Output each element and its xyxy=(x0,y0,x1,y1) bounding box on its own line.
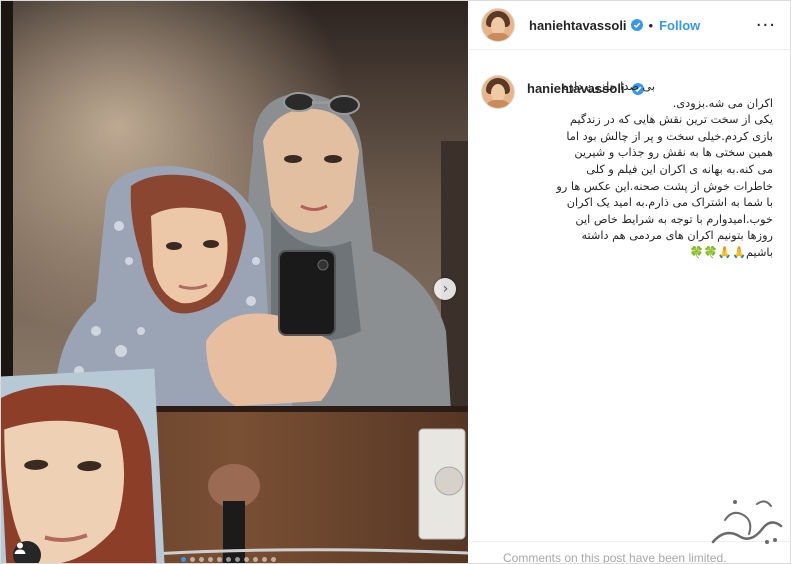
carousel-dot xyxy=(217,557,222,562)
caption-line: باشیم🙏🙏🍀🍀 xyxy=(689,245,773,259)
caption-line: می کنه.به بهانه ی اکران این فیلم و کلی xyxy=(586,162,773,176)
follow-button[interactable]: Follow xyxy=(659,18,700,33)
header-username[interactable]: haniehtavassoli xyxy=(529,18,627,33)
watermark-logo xyxy=(711,500,783,544)
header-separator: • xyxy=(648,17,654,33)
carousel-indicator xyxy=(181,557,276,562)
caption-line: با شما به اشتراک می ذارم.به امید یک اکرا… xyxy=(566,196,773,210)
caption-line: یکی از سخت ترین نقش هایی که در زندگیم xyxy=(569,113,773,127)
carousel-dot xyxy=(253,557,258,562)
carousel-dot xyxy=(244,557,249,562)
caption-line: همین سختی ها به نقش رو جذاب و شیرین xyxy=(574,146,773,160)
selfie-photo-illustration xyxy=(1,1,468,563)
next-arrow-icon: › xyxy=(442,281,449,297)
carousel-dot xyxy=(208,557,213,562)
post-photo[interactable]: › xyxy=(1,1,468,563)
caption-line: اکران می شه.بزودی. xyxy=(672,96,773,110)
user-tag-icon xyxy=(14,542,26,554)
carousel-dot xyxy=(226,557,231,562)
instagram-post: › haniehtavassoli • Follow ··· haniehtav… xyxy=(0,0,791,564)
caption-line: بازی کردم.خیلی سخت و پر از چالش بود اما xyxy=(566,129,773,143)
carousel-dot xyxy=(199,557,204,562)
carousel-dot xyxy=(235,557,240,562)
caption-line: خوب.امیدوارم با توجه به شرایط خاص این xyxy=(575,212,773,226)
verified-badge-icon xyxy=(630,19,643,31)
more-options-icon[interactable]: ··· xyxy=(756,15,776,36)
comments-limited-notice: Comments on this post have been limited. xyxy=(503,551,727,564)
post-side-panel: haniehtavassoli • Follow ··· haniehtavas… xyxy=(469,1,790,563)
caption-line: خاطرات خوش از پشت صحنه.این عکس ها رو xyxy=(556,179,773,193)
profile-avatar[interactable] xyxy=(481,8,515,42)
carousel-dot xyxy=(181,557,186,562)
caption-line: بی صدا حلزون داره xyxy=(562,80,655,93)
carousel-dot xyxy=(262,557,267,562)
post-header: haniehtavassoli • Follow ··· xyxy=(469,1,790,50)
next-slide-button[interactable]: › xyxy=(434,278,456,300)
caption-avatar[interactable] xyxy=(481,75,515,109)
caption-text: بی صدا حلزون داره اکران می شه.بزودی. یکی… xyxy=(527,79,773,262)
tagged-users-button[interactable] xyxy=(13,541,41,563)
carousel-dot xyxy=(271,557,276,562)
carousel-dot xyxy=(190,557,195,562)
caption-line: روزها بتونیم اکران های مردمی هم داشته xyxy=(581,229,773,243)
